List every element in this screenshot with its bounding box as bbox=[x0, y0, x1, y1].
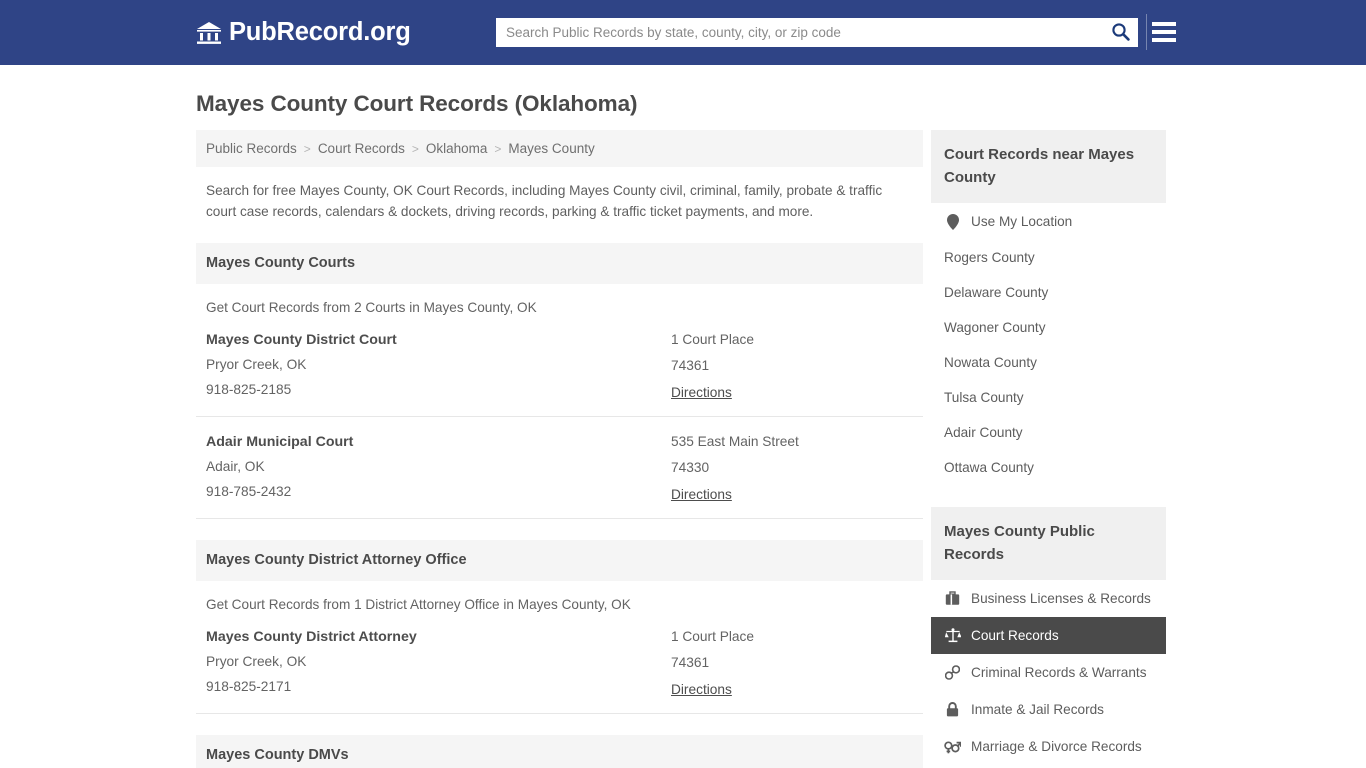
breadcrumb-item-court-records[interactable]: Court Records bbox=[318, 141, 405, 156]
sidebar-item-criminal-records[interactable]: Criminal Records & Warrants bbox=[931, 654, 1166, 691]
sidebar-item-use-my-location[interactable]: Use My Location bbox=[931, 203, 1166, 240]
hamburger-bar bbox=[1152, 30, 1176, 34]
section-header-dmvs: Mayes County DMVs bbox=[196, 735, 923, 768]
section-note-district-attorney: Get Court Records from 1 District Attorn… bbox=[206, 597, 631, 612]
breadcrumb-separator: > bbox=[494, 141, 502, 156]
sidebar-item-label: Nowata County bbox=[944, 355, 1037, 370]
listing-phone: 918-785-2432 bbox=[206, 484, 292, 499]
breadcrumb: Public Records > Court Records > Oklahom… bbox=[196, 130, 923, 167]
sidebar-item-tulsa-county[interactable]: Tulsa County bbox=[931, 380, 1166, 415]
lock-icon bbox=[944, 701, 961, 718]
listing-street: 535 East Main Street bbox=[671, 434, 799, 449]
brand-name: PubRecord.org bbox=[229, 18, 411, 46]
sidebar-item-label: Inmate & Jail Records bbox=[971, 702, 1104, 717]
sidebar-public-records-list: Business Licenses & Records Court Record… bbox=[931, 580, 1166, 768]
venus-mars-icon bbox=[944, 738, 961, 755]
hamburger-bar bbox=[1152, 38, 1176, 42]
briefcase-icon bbox=[944, 590, 961, 607]
directions-link[interactable]: Directions bbox=[671, 682, 732, 697]
search-icon bbox=[1111, 22, 1130, 44]
section-header-courts: Mayes County Courts bbox=[196, 243, 923, 284]
listing-street: 1 Court Place bbox=[671, 332, 754, 347]
sidebar-nearby-list: Use My Location Rogers County Delaware C… bbox=[931, 203, 1166, 485]
directions-link[interactable]: Directions bbox=[671, 385, 732, 400]
search-bar bbox=[496, 18, 1138, 47]
breadcrumb-item-public-records[interactable]: Public Records bbox=[206, 141, 297, 156]
listing-name[interactable]: Mayes County District Attorney bbox=[206, 629, 671, 645]
scales-of-justice-icon bbox=[944, 627, 961, 644]
sidebar-item-label: Delaware County bbox=[944, 285, 1049, 300]
page-title: Mayes County Court Records (Oklahoma) bbox=[196, 91, 638, 116]
listing-city-state: Pryor Creek, OK bbox=[206, 357, 307, 372]
sidebar-item-label: Business Licenses & Records bbox=[971, 591, 1151, 606]
sidebar-item-nowata-county[interactable]: Nowata County bbox=[931, 345, 1166, 380]
section-header-district-attorney: Mayes County District Attorney Office bbox=[196, 540, 923, 581]
sidebar: Court Records near Mayes County Use My L… bbox=[931, 130, 1166, 768]
sidebar-item-court-records[interactable]: Court Records bbox=[931, 617, 1166, 654]
sidebar-item-label: Criminal Records & Warrants bbox=[971, 665, 1147, 680]
table-row: Adair Municipal Court Adair, OK 918-785-… bbox=[196, 417, 923, 519]
breadcrumb-item-oklahoma[interactable]: Oklahoma bbox=[426, 141, 488, 156]
brand-logo-link[interactable]: PubRecord.org bbox=[196, 18, 411, 47]
sidebar-heading-nearby: Court Records near Mayes County bbox=[931, 130, 1166, 203]
listing-street: 1 Court Place bbox=[671, 629, 754, 644]
sidebar-item-label: Court Records bbox=[971, 628, 1059, 643]
site-header: PubRecord.org bbox=[0, 0, 1366, 65]
listing-details: Adair Municipal Court Adair, OK 918-785-… bbox=[206, 434, 671, 504]
breadcrumb-item-mayes-county[interactable]: Mayes County bbox=[508, 141, 594, 156]
listing-address: 535 East Main Street 74330 Directions bbox=[671, 434, 913, 504]
listing-phone: 918-825-2171 bbox=[206, 679, 292, 694]
search-button[interactable] bbox=[1103, 19, 1137, 46]
sidebar-item-label: Wagoner County bbox=[944, 320, 1046, 335]
header-divider bbox=[1146, 14, 1147, 50]
listing-phone: 918-825-2185 bbox=[206, 382, 292, 397]
table-row: Mayes County District Court Pryor Creek,… bbox=[196, 315, 923, 417]
listing-address: 1 Court Place 74361 Directions bbox=[671, 629, 913, 699]
listing-city-state: Adair, OK bbox=[206, 459, 265, 474]
listing-address: 1 Court Place 74361 Directions bbox=[671, 332, 913, 402]
listing-zip: 74361 bbox=[671, 655, 710, 670]
content-columns: Public Records > Court Records > Oklahom… bbox=[196, 130, 1166, 768]
page-container: Mayes County Court Records (Oklahoma) Pu… bbox=[0, 91, 1366, 768]
sidebar-item-delaware-county[interactable]: Delaware County bbox=[931, 275, 1166, 310]
sidebar-item-ottawa-county[interactable]: Ottawa County bbox=[931, 450, 1166, 485]
sidebar-item-label: Use My Location bbox=[971, 214, 1073, 229]
sidebar-item-marriage-divorce-records[interactable]: Marriage & Divorce Records bbox=[931, 728, 1166, 765]
sidebar-item-rogers-county[interactable]: Rogers County bbox=[931, 240, 1166, 275]
sidebar-item-label: Adair County bbox=[944, 425, 1023, 440]
directions-link[interactable]: Directions bbox=[671, 487, 732, 502]
hamburger-menu-icon[interactable] bbox=[1152, 19, 1176, 45]
listing-name[interactable]: Mayes County District Court bbox=[206, 332, 671, 348]
sidebar-item-label: Rogers County bbox=[944, 250, 1035, 265]
listing-details: Mayes County District Court Pryor Creek,… bbox=[206, 332, 671, 402]
hamburger-bar bbox=[1152, 22, 1176, 26]
listing-name[interactable]: Adair Municipal Court bbox=[206, 434, 671, 450]
table-row: Mayes County District Attorney Pryor Cre… bbox=[196, 612, 923, 714]
page-description: Search for free Mayes County, OK Court R… bbox=[206, 183, 883, 219]
sidebar-item-label: Ottawa County bbox=[944, 460, 1034, 475]
breadcrumb-separator: > bbox=[303, 141, 311, 156]
sidebar-item-business-licenses[interactable]: Business Licenses & Records bbox=[931, 580, 1166, 617]
sidebar-item-adair-county[interactable]: Adair County bbox=[931, 415, 1166, 450]
sidebar-heading-public-records: Mayes County Public Records bbox=[931, 507, 1166, 580]
search-input[interactable] bbox=[497, 19, 1103, 46]
listing-zip: 74330 bbox=[671, 460, 710, 475]
section-note-courts: Get Court Records from 2 Courts in Mayes… bbox=[206, 300, 537, 315]
listing-details: Mayes County District Attorney Pryor Cre… bbox=[206, 629, 671, 699]
map-pin-icon bbox=[944, 213, 961, 230]
main-content: Public Records > Court Records > Oklahom… bbox=[196, 130, 923, 768]
sidebar-item-label: Marriage & Divorce Records bbox=[971, 739, 1142, 754]
bank-icon bbox=[196, 21, 222, 45]
listing-city-state: Pryor Creek, OK bbox=[206, 654, 307, 669]
listing-zip: 74361 bbox=[671, 358, 710, 373]
sidebar-item-wagoner-county[interactable]: Wagoner County bbox=[931, 310, 1166, 345]
breadcrumb-separator: > bbox=[411, 141, 419, 156]
sidebar-item-inmate-jail-records[interactable]: Inmate & Jail Records bbox=[931, 691, 1166, 728]
handcuffs-icon bbox=[944, 664, 961, 681]
sidebar-item-label: Tulsa County bbox=[944, 390, 1024, 405]
